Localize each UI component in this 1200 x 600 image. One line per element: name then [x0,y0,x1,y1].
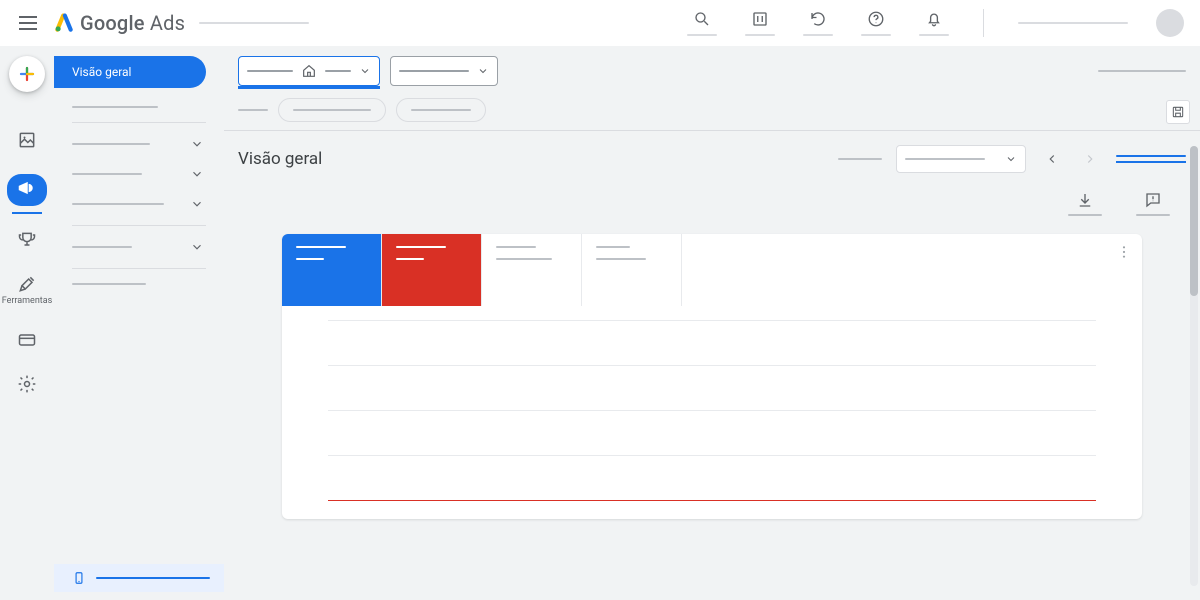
metric-tab-cost[interactable] [382,234,482,306]
product-logo[interactable]: Google Ads [54,11,185,35]
help-icon [867,10,885,28]
date-range-picker[interactable] [896,145,1026,173]
account-email [1018,22,1128,24]
tools-icon [17,274,37,294]
date-prev[interactable] [1040,147,1064,171]
nav-overview[interactable]: Visão geral [54,56,206,88]
avatar[interactable] [1156,9,1184,37]
trophy-icon [17,230,37,250]
scope-campaign[interactable] [390,56,498,86]
show-last-toggle[interactable] [1116,155,1186,163]
nav-item-0[interactable] [54,98,216,116]
refresh-icon [809,10,827,28]
rail-admin[interactable] [0,368,54,400]
compare-label [838,158,882,160]
chart-baseline [328,500,1096,501]
chevron-right-icon [1083,152,1097,166]
save-icon [1171,105,1185,119]
image-icon [17,130,37,150]
views-label [1098,70,1186,72]
rail-goals[interactable] [0,224,54,256]
divider [983,9,984,37]
header-tools [687,9,1184,37]
smartphone-icon [72,571,86,585]
title-row: Visão geral [224,131,1200,179]
card-menu[interactable] [1106,234,1142,306]
feedback-icon [1144,191,1162,209]
account-name [199,22,309,24]
chevron-down-icon [190,197,204,211]
performance-chart [282,306,1142,519]
nav-overview-label: Visão geral [72,65,131,79]
metric-tab-clicks[interactable] [282,234,382,306]
app-promo[interactable] [54,564,224,592]
filters-label [238,109,268,111]
plus-icon [18,65,36,83]
chevron-down-icon [477,65,489,77]
refresh-button[interactable] [803,10,833,36]
rail-assets[interactable] [0,124,54,156]
megaphone-pill [7,174,47,206]
card-icon [17,330,37,350]
rail-campaigns[interactable] [0,168,54,212]
chevron-down-icon [190,167,204,181]
filter-chip-1[interactable] [396,98,486,122]
ads-logo-icon [54,13,74,33]
chevron-down-icon [190,240,204,254]
rail-tools[interactable]: Ferramentas [0,268,54,312]
kebab-icon [1116,244,1132,260]
search-button[interactable] [687,10,717,36]
rail-tools-label: Ferramentas [2,296,53,306]
notifications-button[interactable] [919,10,949,36]
action-row [224,179,1200,224]
page-title: Visão geral [238,149,322,169]
download-button[interactable] [1068,191,1102,216]
chevron-left-icon [1045,152,1059,166]
bell-icon [925,10,943,28]
scope-row [224,46,1200,98]
create-button[interactable] [9,56,45,92]
date-next[interactable] [1078,147,1102,171]
nav-item-1[interactable] [54,129,216,159]
filter-chip-0[interactable] [278,98,386,122]
reports-icon [751,10,769,28]
nav-item-5[interactable] [54,275,216,293]
chevron-down-icon [190,137,204,151]
performance-card [282,234,1142,519]
brand-text: Google Ads [80,11,185,35]
gear-icon [17,374,37,394]
metric-tab-ctr[interactable] [582,234,682,306]
filter-row [224,98,1200,130]
reports-button[interactable] [745,10,775,36]
metric-tab-impr[interactable] [482,234,582,306]
download-icon [1076,191,1094,209]
app-header: Google Ads [0,0,1200,46]
menu-icon[interactable] [16,11,40,35]
rail-billing[interactable] [0,324,54,356]
scrollbar[interactable] [1190,146,1198,586]
scope-account[interactable] [238,56,380,86]
chevron-down-icon [1005,153,1017,165]
side-nav: Visão geral [54,46,224,600]
nav-item-2[interactable] [54,159,216,189]
scrollbar-thumb[interactable] [1190,146,1198,296]
nav-item-3[interactable] [54,189,216,219]
megaphone-icon [17,178,37,198]
metric-tabs [282,234,1142,306]
feedback-button[interactable] [1136,191,1170,216]
left-rail: Ferramentas [0,46,54,600]
save-view-button[interactable] [1166,100,1190,124]
search-icon [693,10,711,28]
chevron-down-icon [359,65,371,77]
main-content: Visão geral [224,46,1200,600]
home-icon [301,63,317,79]
nav-item-4[interactable] [54,232,216,262]
help-button[interactable] [861,10,891,36]
